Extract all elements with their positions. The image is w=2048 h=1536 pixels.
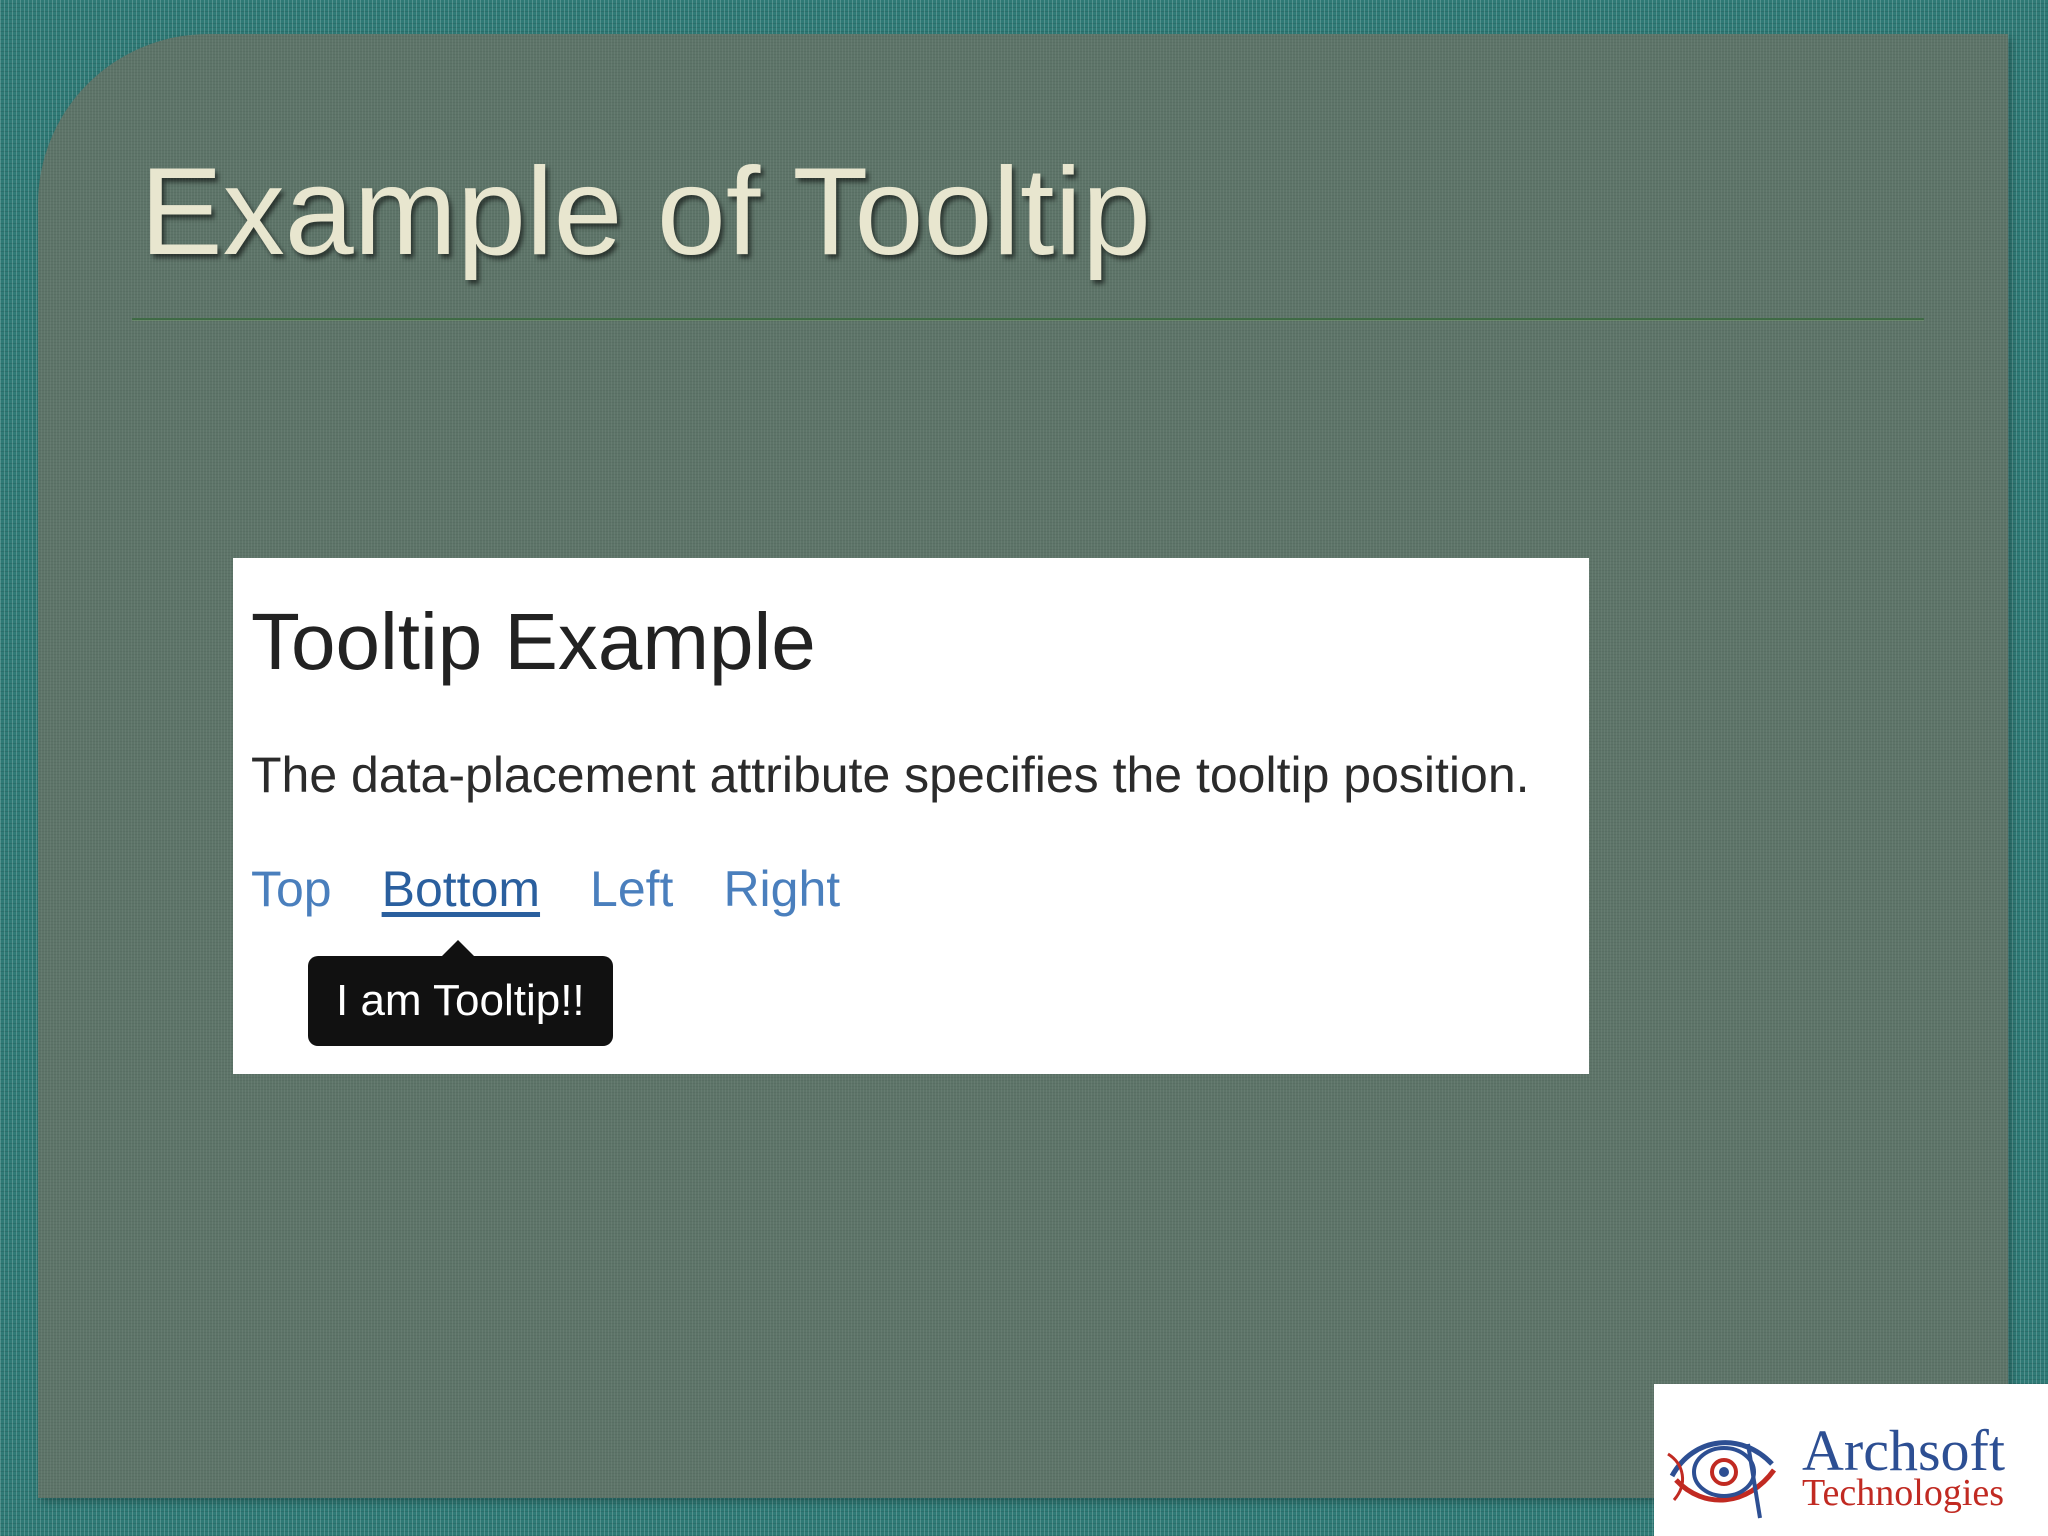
slide-title: Example of Tooltip: [140, 143, 1151, 281]
link-left[interactable]: Left: [590, 864, 673, 914]
link-right[interactable]: Right: [723, 864, 840, 914]
demo-description: The data-placement attribute specifies t…: [251, 747, 1530, 803]
demo-heading: Tooltip Example: [251, 597, 816, 686]
link-bottom[interactable]: Bottom: [382, 864, 540, 914]
link-top[interactable]: Top: [251, 864, 332, 914]
tooltip-demo-screenshot: Tooltip Example The data-placement attri…: [233, 558, 1589, 1074]
company-logo: Archsoft Technologies: [1654, 1384, 2048, 1536]
eye-swirl-logo-icon: [1667, 1440, 1777, 1519]
placement-links: Top Bottom Left Right: [251, 864, 890, 924]
tooltip-popup: I am Tooltip!!: [308, 940, 613, 1046]
tooltip-text: I am Tooltip!!: [336, 976, 585, 1025]
logo-wordmark-line2: Technologies: [1802, 1472, 2005, 1514]
tooltip-arrow: [442, 940, 474, 956]
title-divider: [132, 318, 1924, 320]
